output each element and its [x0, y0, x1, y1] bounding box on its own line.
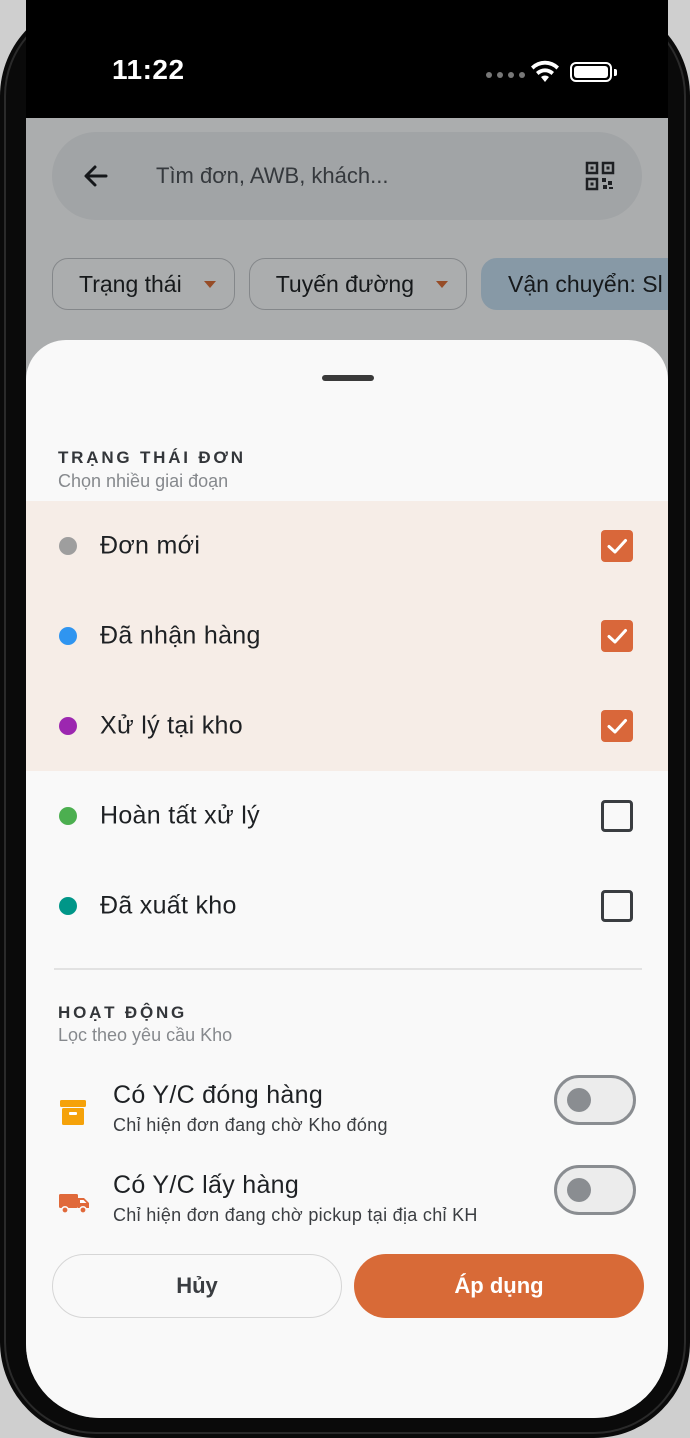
drag-handle[interactable]: [322, 375, 374, 381]
packing-request-toggle[interactable]: [554, 1075, 636, 1125]
status-option-label: Đơn mới: [100, 531, 201, 560]
status-option-label: Xử lý tại kho: [100, 711, 243, 740]
section-divider: [54, 968, 642, 970]
status-section-title: TRẠNG THÁI ĐƠN: [58, 448, 246, 467]
status-option-label: Đã xuất kho: [100, 891, 237, 920]
checkbox-unchecked[interactable]: [601, 800, 633, 832]
status-time: 11:22: [112, 54, 185, 85]
status-dot: [59, 807, 77, 825]
activity-subtitle: Chỉ hiện đơn đang chờ pickup tại địa chỉ…: [113, 1205, 478, 1225]
activity-pickup-request[interactable]: Có Y/C lấy hàng Chỉ hiện đơn đang chờ pi…: [26, 1165, 668, 1245]
filter-bottom-sheet: TRẠNG THÁI ĐƠN Chọn nhiều giai đoạn Đơn …: [26, 340, 668, 1418]
phone-frame: 11:22 Tìm đơn, AWB, khách... Trạng thái …: [0, 0, 690, 1438]
truck-icon: [59, 1194, 89, 1214]
checkbox-checked-icon[interactable]: [601, 620, 633, 652]
activity-subtitle: Chỉ hiện đơn đang chờ Kho đóng: [113, 1115, 388, 1135]
status-dot: [59, 627, 77, 645]
battery-icon: [570, 62, 617, 82]
activity-section-title: HOẠT ĐỘNG: [58, 1003, 188, 1022]
wifi-icon: [531, 60, 559, 82]
cellular-signal-icon: [486, 72, 525, 78]
checkbox-checked-icon[interactable]: [601, 530, 633, 562]
cancel-button[interactable]: Hủy: [52, 1254, 342, 1318]
status-dot: [59, 537, 77, 555]
apply-button[interactable]: Áp dụng: [354, 1254, 644, 1318]
status-option-label: Đã nhận hàng: [100, 621, 261, 650]
status-bar: 11:22: [26, 0, 668, 118]
activity-title: Có Y/C lấy hàng: [113, 1171, 300, 1199]
status-option-label: Hoàn tất xử lý: [100, 801, 260, 830]
status-option-dispatched[interactable]: Đã xuất kho: [26, 861, 668, 951]
screen: 11:22 Tìm đơn, AWB, khách... Trạng thái …: [26, 0, 668, 1418]
activity-packing-request[interactable]: Có Y/C đóng hàng Chỉ hiện đơn đang chờ K…: [26, 1075, 668, 1155]
status-dot: [59, 897, 77, 915]
status-dot: [59, 717, 77, 735]
status-option-new[interactable]: Đơn mới: [26, 501, 668, 591]
checkbox-checked-icon[interactable]: [601, 710, 633, 742]
activity-title: Có Y/C đóng hàng: [113, 1081, 324, 1109]
status-option-completed[interactable]: Hoàn tất xử lý: [26, 771, 668, 861]
checkbox-unchecked[interactable]: [601, 890, 633, 922]
activity-section-subtitle: Lọc theo yêu cầu Kho: [58, 1025, 233, 1045]
package-icon: [60, 1100, 86, 1125]
status-section-subtitle: Chọn nhiều giai đoạn: [58, 471, 229, 491]
pickup-request-toggle[interactable]: [554, 1165, 636, 1215]
status-option-processing[interactable]: Xử lý tại kho: [26, 681, 668, 771]
status-option-received[interactable]: Đã nhận hàng: [26, 591, 668, 681]
